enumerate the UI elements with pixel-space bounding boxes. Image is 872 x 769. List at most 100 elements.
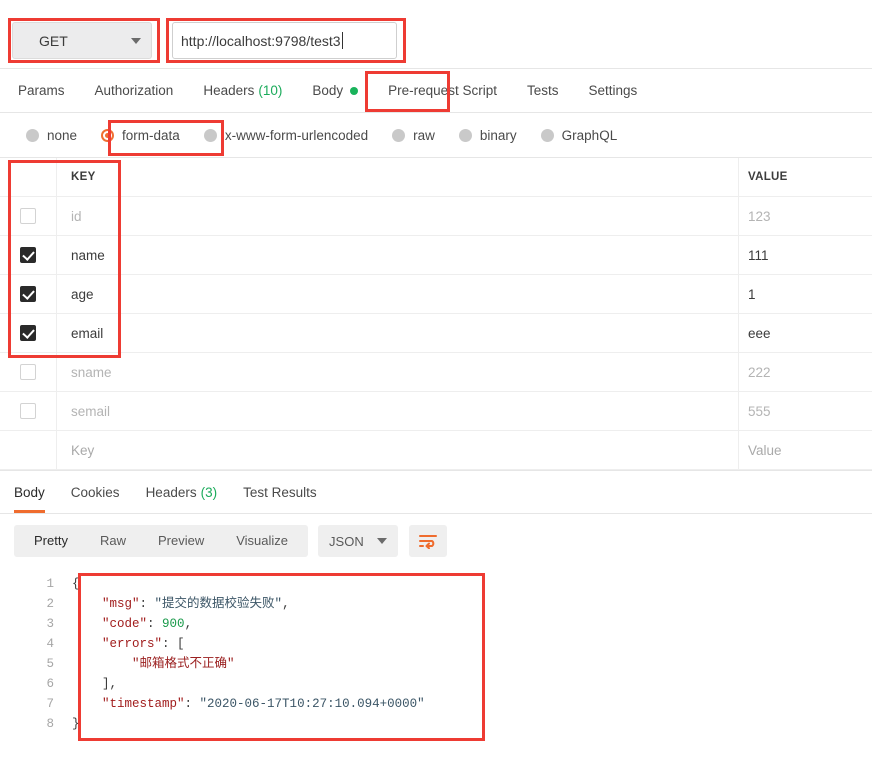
table-row[interactable]: id 123	[0, 197, 872, 236]
row-key-text: semail	[71, 403, 111, 419]
row-key-cell[interactable]: id	[57, 197, 739, 235]
view-mode-pretty[interactable]: Pretty	[18, 525, 84, 557]
row-checkbox-cell[interactable]	[0, 353, 57, 391]
radio-icon	[540, 128, 554, 142]
url-text: http://localhost:9798/test3	[181, 32, 341, 49]
body-type-graphql[interactable]: GraphQL	[540, 127, 618, 143]
body-type-form-data[interactable]: form-data	[101, 128, 180, 143]
tab-settings[interactable]: Settings	[588, 83, 637, 98]
row-key-cell[interactable]: email	[57, 314, 739, 352]
new-row-key-input[interactable]: Key	[57, 431, 739, 469]
json-token: "msg"	[102, 597, 140, 611]
http-method-select[interactable]: GET	[12, 22, 152, 59]
body-type-x-www-form-urlencoded[interactable]: x-www-form-urlencoded	[203, 128, 368, 143]
body-type-label: GraphQL	[561, 127, 618, 143]
table-row[interactable]: sname 222	[0, 353, 872, 392]
json-token: : [	[162, 637, 185, 651]
tab-body[interactable]: Body	[312, 83, 359, 98]
tab-tests[interactable]: Tests	[527, 83, 559, 98]
header-checkbox-cell	[0, 158, 57, 196]
response-format-label: JSON	[329, 533, 364, 549]
row-checkbox-cell[interactable]	[0, 197, 57, 235]
row-value-text: 222	[748, 364, 771, 380]
tab-label: Settings	[588, 83, 638, 98]
table-new-row[interactable]: Key Value	[0, 431, 872, 470]
new-row-value-input[interactable]: Value	[739, 431, 872, 469]
response-tab-headers[interactable]: Headers (3)	[146, 471, 218, 513]
json-token: "errors"	[102, 637, 163, 651]
view-mode-raw[interactable]: Raw	[84, 525, 142, 557]
row-checkbox-cell[interactable]	[0, 236, 57, 274]
tab-label: Params	[18, 83, 65, 98]
row-key-text: age	[71, 286, 94, 302]
table-row[interactable]: age 1	[0, 275, 872, 314]
json-token: "2020-06-17T10:27:10.094+0000"	[199, 697, 425, 711]
row-checkbox[interactable]	[20, 247, 36, 263]
row-checkbox[interactable]	[20, 325, 36, 341]
row-checkbox-cell[interactable]	[0, 392, 57, 430]
row-checkbox[interactable]	[20, 286, 36, 302]
json-token: {	[72, 577, 80, 591]
table-row[interactable]: email eee	[0, 314, 872, 353]
response-tab-body[interactable]: Body	[14, 471, 45, 513]
tab-authorization[interactable]: Authorization	[95, 83, 174, 98]
row-key-cell[interactable]: sname	[57, 353, 739, 391]
json-token: "邮箱格式不正确"	[132, 657, 235, 671]
row-checkbox-cell[interactable]	[0, 314, 57, 352]
table-row[interactable]: name 111	[0, 236, 872, 275]
form-data-table: KEY VALUE id 123 name 111 age 1 email ee…	[0, 158, 872, 471]
row-key-cell[interactable]: semail	[57, 392, 739, 430]
json-code[interactable]: { "msg": "提交的数据校验失败", "code": 900, "erro…	[66, 574, 872, 734]
tab-count: (10)	[258, 83, 283, 98]
view-mode-visualize[interactable]: Visualize	[220, 525, 304, 557]
new-row-key-placeholder: Key	[71, 442, 95, 458]
line-number: 6	[46, 677, 54, 691]
tab-headers[interactable]: Headers (10)	[203, 83, 282, 98]
row-value-cell[interactable]: 1	[739, 275, 872, 313]
row-key-text: name	[71, 247, 105, 263]
row-value-cell[interactable]: eee	[739, 314, 872, 352]
body-type-none[interactable]: none	[26, 128, 77, 143]
row-checkbox[interactable]	[20, 364, 36, 380]
wrap-lines-button[interactable]	[408, 525, 447, 557]
tab-params[interactable]: Params	[18, 83, 65, 98]
body-type-binary[interactable]: binary	[458, 128, 517, 143]
header-key: KEY	[57, 158, 739, 196]
response-json-viewer[interactable]: 1 2 3 4 5 6 7 8 { "msg": "提交的数据校验失败", "code": 9…	[0, 568, 872, 734]
row-value-cell[interactable]: 111	[739, 236, 872, 274]
row-checkbox[interactable]	[20, 208, 36, 224]
tab-pre-request-script[interactable]: Pre-request Script	[388, 83, 497, 98]
response-tab-cookies[interactable]: Cookies	[71, 471, 120, 513]
chevron-down-icon	[131, 37, 141, 44]
tab-count: (3)	[200, 484, 218, 500]
tab-label: Test Results	[243, 484, 317, 500]
response-tab-test-results[interactable]: Test Results	[243, 471, 317, 513]
radio-icon	[26, 128, 39, 142]
wrap-lines-icon	[418, 535, 437, 549]
response-format-select[interactable]: JSON	[318, 525, 398, 557]
tab-label: Body	[312, 83, 344, 98]
row-checkbox[interactable]	[20, 403, 36, 419]
row-key-cell[interactable]: age	[57, 275, 739, 313]
url-input[interactable]: http://localhost:9798/test3	[172, 22, 397, 59]
json-line: {	[72, 574, 872, 594]
json-line: "msg": "提交的数据校验失败",	[72, 594, 872, 614]
row-value-cell[interactable]: 222	[739, 353, 872, 391]
row-value-text: 123	[748, 208, 771, 224]
row-checkbox-cell[interactable]	[0, 275, 57, 313]
row-key-cell[interactable]: name	[57, 236, 739, 274]
json-line: ],	[72, 674, 872, 694]
body-type-raw[interactable]: raw	[392, 128, 435, 143]
view-mode-preview[interactable]: Preview	[142, 525, 220, 557]
radio-selected-icon	[101, 128, 115, 142]
row-value-cell[interactable]: 123	[739, 197, 872, 235]
table-row[interactable]: semail 555	[0, 392, 872, 431]
json-line: "errors": [	[72, 634, 872, 654]
chevron-down-icon	[376, 538, 387, 544]
row-value-cell[interactable]: 555	[739, 392, 872, 430]
json-line: "邮箱格式不正确"	[72, 654, 872, 674]
tab-label: Body	[14, 484, 45, 500]
